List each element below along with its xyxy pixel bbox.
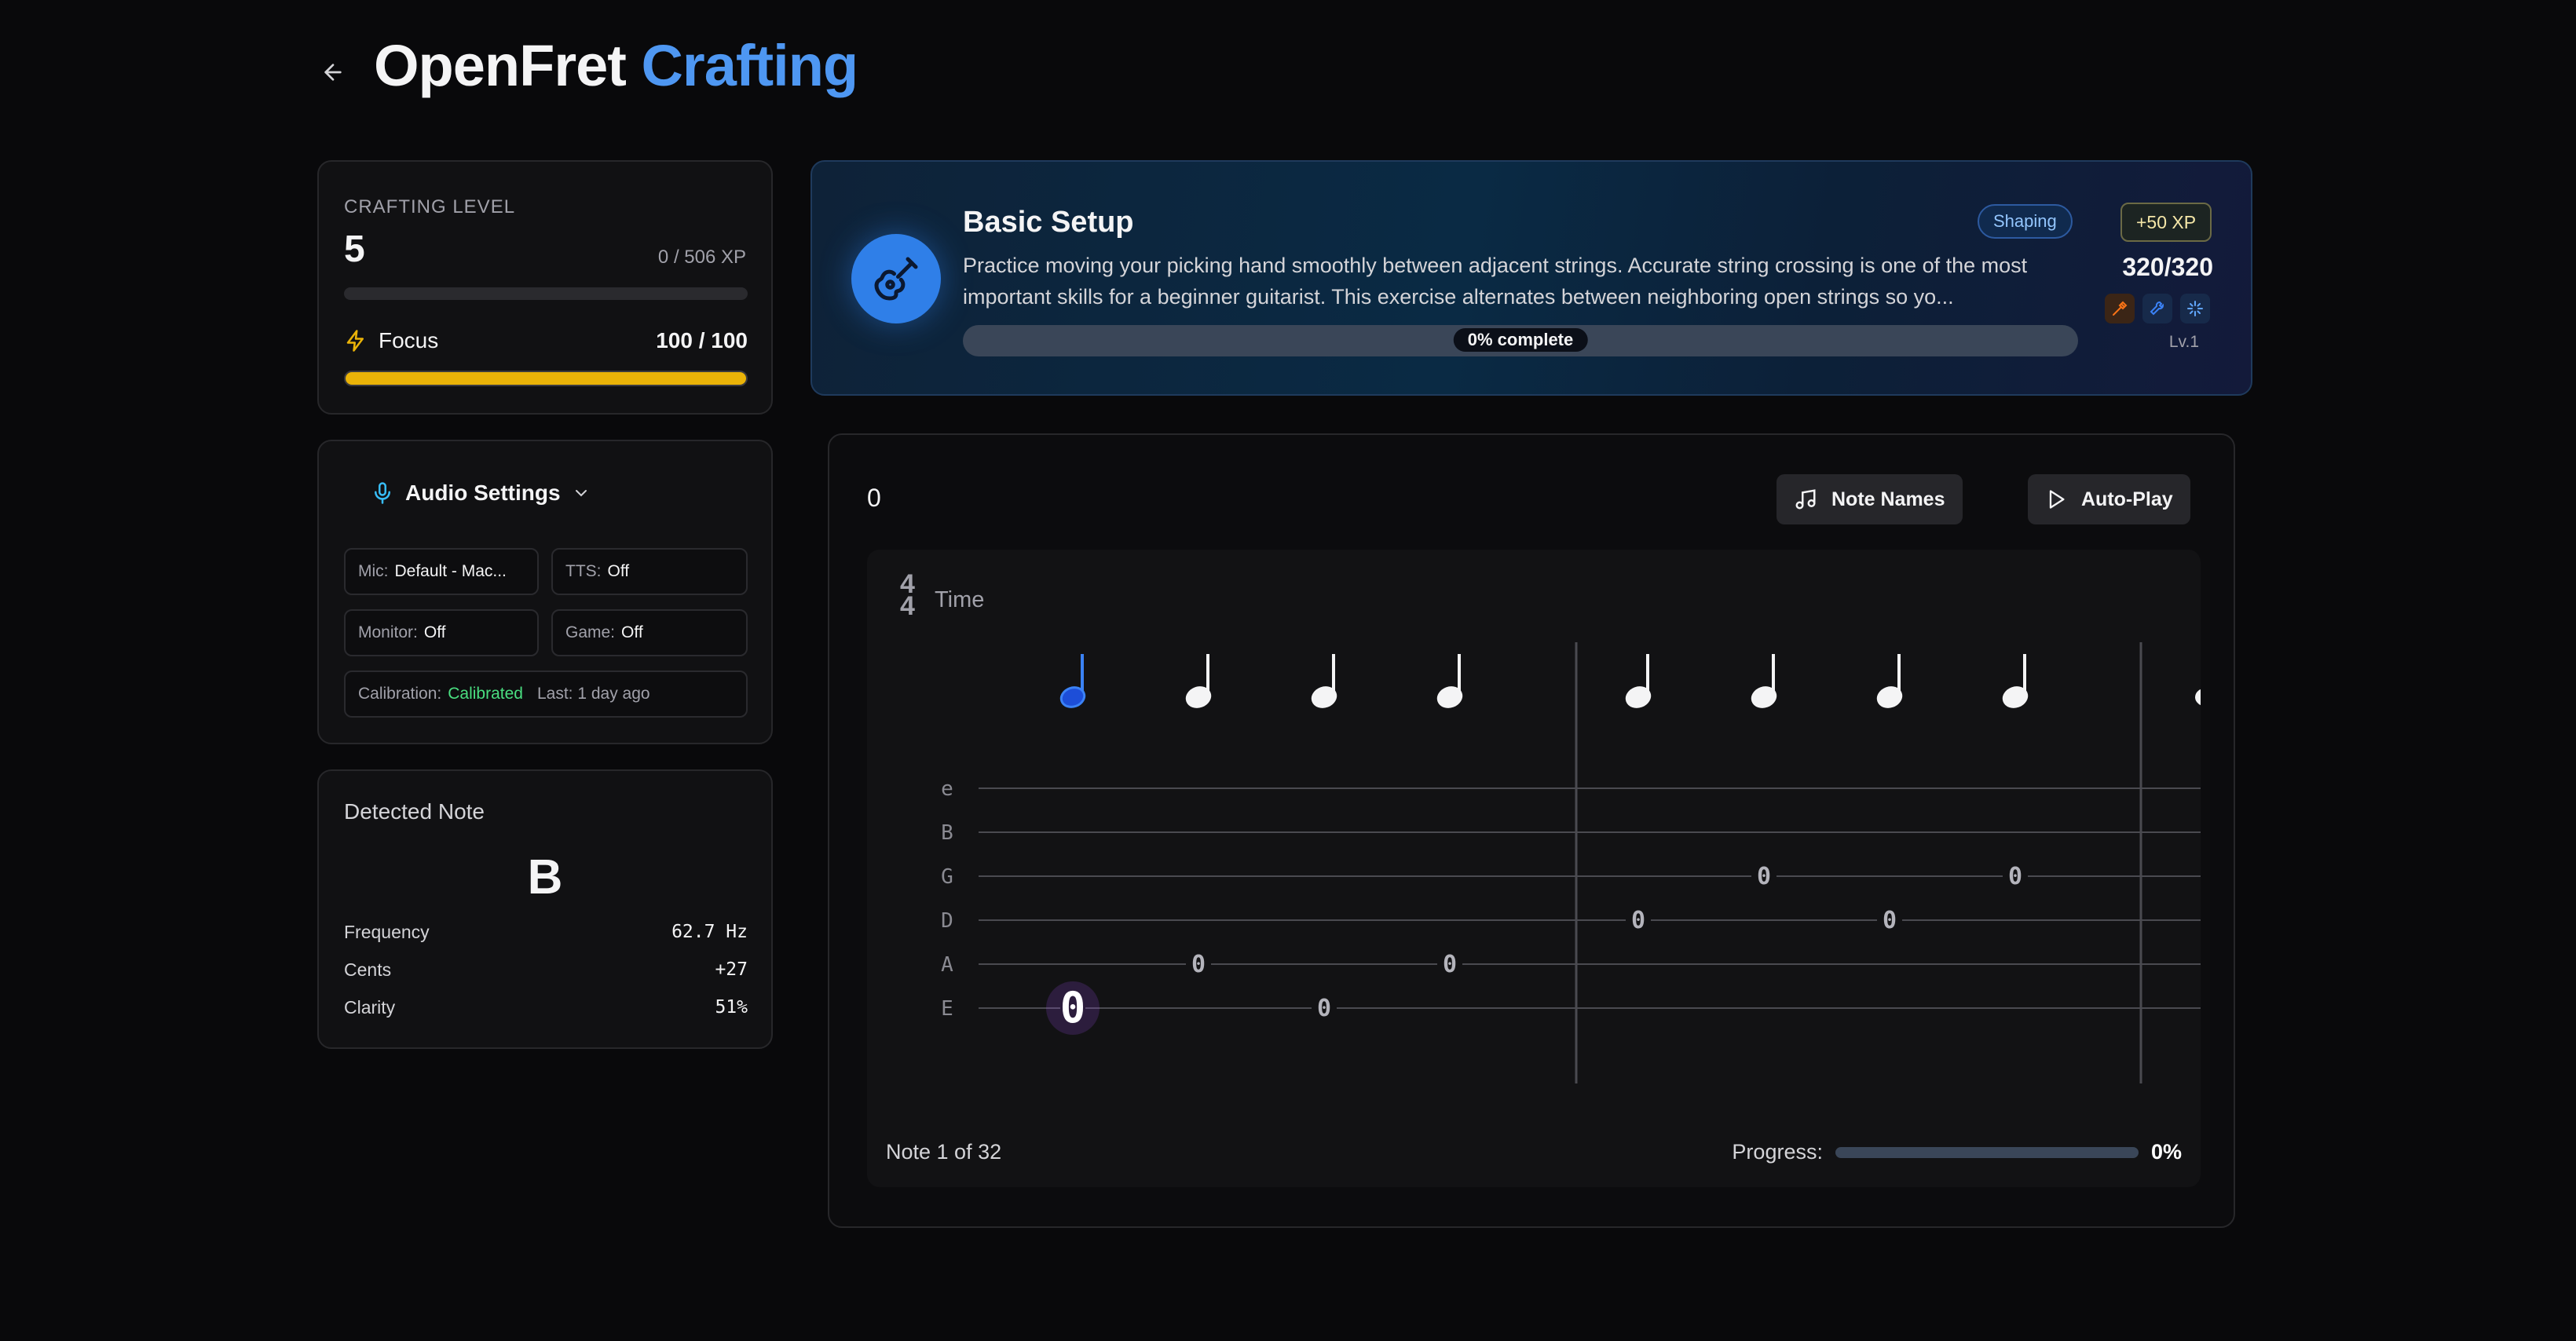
stat-label: Frequency [344, 922, 430, 942]
monitor-value: Off [423, 623, 446, 641]
category-badge: Shaping [1978, 204, 2073, 239]
string-label: E [941, 997, 953, 1021]
focus-progress-bar [344, 371, 748, 386]
tab-progress-bar [1835, 1146, 2139, 1158]
arrow-left-icon [324, 64, 342, 81]
xp-reward-badge: +50 XP [2120, 203, 2212, 242]
detected-note-label: Detected Note [344, 799, 485, 824]
fret-number: 0 [2008, 863, 2022, 890]
note-names-button[interactable]: Note Names [1776, 474, 1963, 524]
mic-select[interactable]: Mic: Default - Mac... [344, 548, 539, 595]
exercise-title: Basic Setup [963, 206, 1134, 239]
exercise-score: 320/320 [2122, 253, 2213, 281]
microphone-icon [375, 482, 390, 504]
lightning-icon [346, 330, 364, 352]
guitar-icon [874, 257, 918, 301]
exercise-progress-label: 0% complete [1453, 328, 1588, 352]
fret-number: 0 [1060, 983, 1086, 1032]
monitor-toggle[interactable]: Monitor: Off [344, 609, 539, 656]
tool-icons [2105, 294, 2210, 323]
exercise-description: Practice moving your picking hand smooth… [963, 254, 2028, 309]
game-label: Game: [565, 623, 616, 641]
sparkle-icon [2180, 294, 2210, 323]
calibration-last: Last: 1 day ago [536, 685, 650, 703]
tab-progress-label: Progress: [1732, 1140, 1823, 1164]
string-label: G [941, 865, 953, 889]
xp-readout: 0 / 506 XP [657, 247, 746, 268]
crafting-level-card: CRAFTING LEVEL 5 0 / 506 XP Focus 100 / … [317, 160, 773, 415]
stat-value: 51% [715, 997, 748, 1018]
string-label: e [941, 777, 953, 801]
hammer-icon [2105, 294, 2135, 323]
tab-progress: Progress: 0% [1732, 1140, 2182, 1164]
music-note-icon [1795, 489, 1816, 510]
tablature-svg: eBGDAE 0 0 0 0 0 0 0 0 [941, 642, 2201, 1083]
stat-frequency: Frequency 62.7 Hz [344, 922, 748, 943]
tab-staff: 4 4 Time eBGDAE00000000 Note 1 of 32 Pro… [867, 550, 2201, 1187]
fret-number: 0 [1191, 951, 1206, 978]
fret-number: 0 [1631, 907, 1645, 934]
exercise-level: Lv.1 [2168, 333, 2199, 351]
audio-settings-title: Audio Settings [405, 480, 561, 505]
stat-value: 62.7 Hz [671, 922, 748, 942]
focus-value: 100 / 100 [656, 328, 748, 353]
mic-label: Mic: [358, 562, 389, 580]
page-title-main: OpenFret [374, 33, 627, 98]
stat-cents: Cents +27 [344, 959, 748, 981]
focus-progress-fill [346, 372, 746, 385]
auto-play-label: Auto-Play [2081, 488, 2173, 510]
tts-label: TTS: [565, 562, 602, 580]
stat-clarity: Clarity 51% [344, 997, 748, 1018]
focus-label: Focus [379, 328, 439, 353]
focus-row: Focus 100 / 100 [344, 327, 748, 355]
game-value: Off [621, 623, 643, 641]
exercise-progress-bar: 0% complete [963, 325, 2078, 356]
page-title-accent: Crafting [641, 33, 858, 98]
string-label: D [941, 909, 953, 933]
tab-panel: 0 Note Names Auto-Play 4 4 Time eBGDAE00… [828, 433, 2235, 1228]
game-toggle[interactable]: Game: Off [551, 609, 748, 656]
note-counter: 0 [867, 484, 881, 512]
back-button[interactable] [317, 57, 349, 88]
detected-note-card: Detected Note B Frequency 62.7 Hz Cents … [317, 769, 773, 1049]
tab-progress-value: 0% [2150, 1140, 2182, 1164]
crafting-level-value: 5 [344, 228, 365, 270]
wrench-icon [2142, 294, 2172, 323]
calibration-status: Calibrated [448, 685, 523, 703]
calibration-label: Calibration: [358, 685, 442, 703]
note-position: Note 1 of 32 [886, 1140, 1002, 1164]
play-icon [2049, 490, 2065, 509]
page-title: OpenFret Crafting [374, 28, 858, 104]
fret-number: 0 [1757, 863, 1771, 890]
detected-note-value: B [527, 850, 563, 904]
stat-label: Cents [344, 959, 392, 980]
chevron-down-icon [575, 490, 587, 497]
exercise-icon [851, 234, 941, 323]
fret-number: 0 [1883, 907, 1897, 934]
audio-settings-card: Audio Settings Mic: Default - Mac... TTS:… [317, 440, 773, 744]
crafting-level-label: CRAFTING LEVEL [344, 196, 516, 217]
auto-play-button[interactable]: Auto-Play [2028, 474, 2190, 524]
fret-number: 0 [1443, 951, 1457, 978]
stat-label: Clarity [344, 997, 396, 1018]
mic-value: Default - Mac... [394, 562, 507, 580]
exercise-card: Basic Setup Practice moving your picking… [810, 160, 2252, 396]
calibration-button[interactable]: Calibration: Calibrated Last: 1 day ago [344, 670, 748, 718]
tts-toggle[interactable]: TTS: Off [551, 548, 748, 595]
fret-number: 0 [1317, 995, 1331, 1022]
note-head-partial [2195, 689, 2201, 706]
note-names-label: Note Names [1831, 488, 1945, 510]
xp-progress-bar [344, 287, 748, 300]
tts-value: Off [607, 562, 630, 580]
audio-settings-toggle[interactable]: Audio Settings [371, 480, 591, 506]
string-label: B [941, 821, 953, 845]
stat-value: +27 [715, 959, 748, 980]
string-label: A [941, 953, 953, 977]
monitor-label: Monitor: [358, 623, 418, 641]
